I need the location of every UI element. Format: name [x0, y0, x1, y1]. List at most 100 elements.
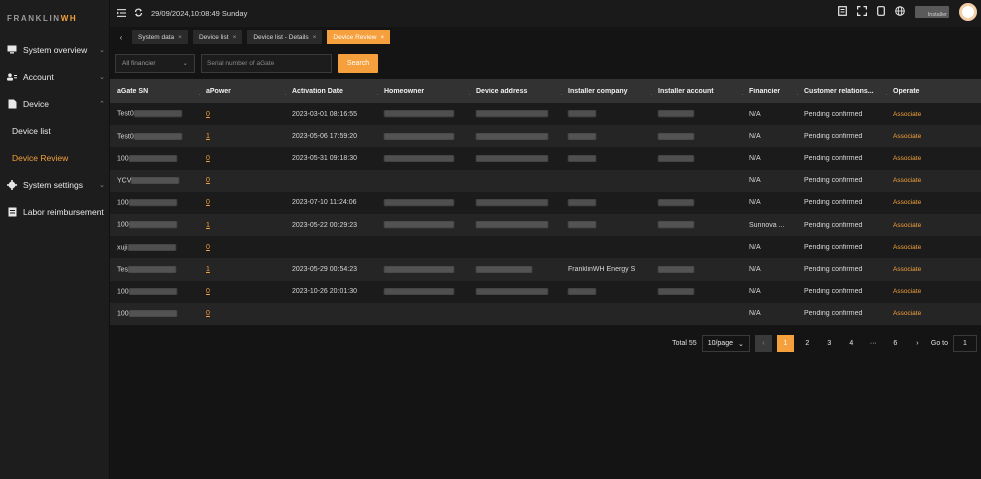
- refresh-icon[interactable]: [134, 8, 143, 19]
- sidebar-item-device-list[interactable]: Device list: [0, 117, 109, 144]
- redacted-value: [476, 154, 548, 162]
- apower-cell[interactable]: 0: [199, 199, 285, 206]
- associate-link[interactable]: Associate: [893, 177, 921, 184]
- associate-link[interactable]: Associate: [893, 155, 921, 162]
- associate-link[interactable]: Associate: [893, 288, 921, 295]
- operate-cell: Associate: [886, 133, 981, 140]
- tab-device-review[interactable]: Device Review ×: [327, 30, 391, 44]
- close-icon[interactable]: ×: [313, 34, 317, 41]
- collapse-menu-icon[interactable]: [117, 8, 126, 19]
- apower-link[interactable]: 0: [206, 199, 210, 206]
- associate-link[interactable]: Associate: [893, 310, 921, 317]
- sidebar-item-label: Device: [23, 98, 49, 109]
- device-icon: [7, 99, 17, 109]
- page-button-4[interactable]: 4: [843, 335, 860, 352]
- page-ellipsis[interactable]: ···: [865, 335, 882, 352]
- serial-number-placeholder: Serial number of aGate: [207, 59, 275, 67]
- activation-date-text: 2023-07-10 11:24:06: [292, 199, 357, 207]
- associate-link[interactable]: Associate: [893, 266, 921, 273]
- goto-page-input[interactable]: 1: [953, 335, 977, 352]
- redacted-value: [476, 110, 548, 118]
- sidebar-item-system-overview[interactable]: System overview ⌄: [0, 36, 109, 63]
- redacted-value: [658, 221, 694, 229]
- brand-logo[interactable]: FRANKLIN WH: [0, 0, 109, 36]
- tab-label: Device Review: [333, 33, 377, 41]
- apower-link[interactable]: 0: [206, 177, 210, 184]
- close-icon[interactable]: ×: [380, 34, 384, 41]
- document-icon[interactable]: [838, 6, 847, 18]
- serial-number-input[interactable]: Serial number of aGate: [201, 53, 332, 73]
- apower-link[interactable]: 0: [206, 111, 210, 118]
- financier-text: N/A: [749, 177, 761, 185]
- associate-link[interactable]: Associate: [893, 133, 921, 140]
- apower-link[interactable]: 0: [206, 288, 210, 295]
- tab-system-data[interactable]: System data ×: [132, 30, 188, 44]
- apower-cell[interactable]: 0: [199, 310, 285, 317]
- financier-cell: N/A: [742, 310, 797, 317]
- agate-sn-cell: 100: [110, 221, 199, 229]
- tab-device-list[interactable]: Device list ×: [192, 30, 243, 44]
- financier-text: N/A: [749, 110, 761, 118]
- financier-select[interactable]: All financier ⌄: [115, 53, 195, 73]
- associate-link[interactable]: Associate: [893, 222, 921, 229]
- customer-relations-cell: Pending confirmed: [797, 199, 886, 206]
- page-button-3[interactable]: 3: [821, 335, 838, 352]
- financier-text: N/A: [749, 243, 761, 251]
- chevron-down-icon: ⌄: [99, 181, 105, 189]
- fullscreen-icon[interactable]: [857, 6, 867, 18]
- next-page-button[interactable]: ›: [909, 335, 926, 352]
- status-text: Pending confirmed: [804, 110, 863, 118]
- apower-cell[interactable]: 0: [199, 177, 285, 184]
- mobile-icon[interactable]: [877, 6, 885, 18]
- apower-link[interactable]: 0: [206, 244, 210, 251]
- close-icon[interactable]: ×: [233, 34, 237, 41]
- installer-account-cell: [651, 287, 742, 295]
- redacted-value: [476, 132, 548, 140]
- sidebar-item-system-settings[interactable]: System settings ⌄: [0, 171, 109, 198]
- associate-link[interactable]: Associate: [893, 199, 921, 206]
- user-menu[interactable]: Installer: [915, 6, 949, 18]
- apower-cell[interactable]: 1: [199, 266, 285, 273]
- status-text: Pending confirmed: [804, 265, 863, 273]
- financier-text: N/A: [749, 288, 761, 296]
- associate-link[interactable]: Associate: [893, 244, 921, 251]
- apower-link[interactable]: 1: [206, 133, 210, 140]
- redacted-value: [131, 176, 180, 184]
- prev-page-button[interactable]: ‹: [754, 335, 772, 352]
- apower-cell[interactable]: 0: [199, 288, 285, 295]
- page-button-6[interactable]: 6: [887, 335, 904, 352]
- apower-cell[interactable]: 1: [199, 222, 285, 229]
- apower-link[interactable]: 1: [206, 222, 210, 229]
- chevron-left-icon[interactable]: ‹: [115, 33, 127, 42]
- tab-device-list-details[interactable]: Device list - Details ×: [247, 30, 323, 44]
- page-size-select[interactable]: 10/page ⌄: [701, 335, 750, 352]
- apower-cell[interactable]: 0: [199, 244, 285, 251]
- sidebar-item-account[interactable]: Account ⌄: [0, 63, 109, 90]
- financier-text: Sunnova ...: [749, 221, 785, 229]
- customer-relations-cell: Pending confirmed: [797, 177, 886, 184]
- page-button-2[interactable]: 2: [799, 335, 816, 352]
- globe-icon[interactable]: [895, 6, 905, 18]
- apower-cell[interactable]: 1: [199, 133, 285, 140]
- activation-date-text: 2023-05-29 00:54:23: [292, 265, 357, 273]
- page-button-1[interactable]: 1: [776, 335, 794, 352]
- sidebar-item-labor-reimbursement[interactable]: Labor reimbursement: [0, 198, 109, 225]
- device-address-cell: [469, 221, 561, 229]
- sidebar-item-device[interactable]: Device ⌃: [0, 90, 109, 117]
- chevron-down-icon: ⌄: [738, 340, 744, 348]
- apower-link[interactable]: 0: [206, 155, 210, 162]
- homeowner-cell: [377, 154, 469, 162]
- apower-cell[interactable]: 0: [199, 155, 285, 162]
- close-icon[interactable]: ×: [178, 34, 182, 41]
- activation-date-cell: 2023-05-06 17:59:20: [285, 133, 377, 140]
- search-button[interactable]: Search: [338, 53, 378, 73]
- sidebar-item-device-review[interactable]: Device Review: [0, 144, 109, 171]
- table-row: YCV 0 N/A Pending confirmed Associate: [110, 169, 981, 192]
- customer-relations-cell: Pending confirmed: [797, 111, 886, 118]
- apower-link[interactable]: 1: [206, 266, 210, 273]
- avatar[interactable]: [959, 3, 977, 21]
- apower-link[interactable]: 0: [206, 310, 210, 317]
- apower-cell[interactable]: 0: [199, 111, 285, 118]
- redacted-value: [133, 132, 182, 140]
- associate-link[interactable]: Associate: [893, 111, 921, 118]
